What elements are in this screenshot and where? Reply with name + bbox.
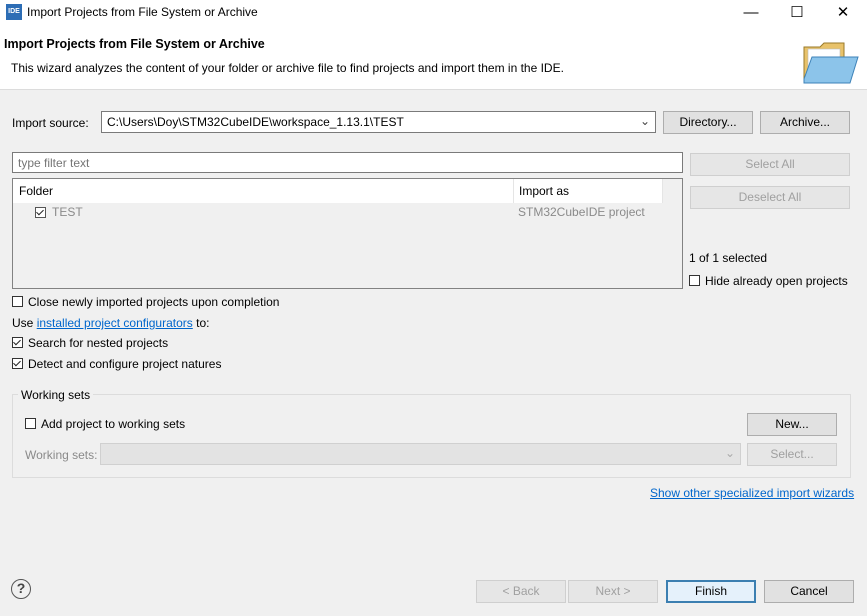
use-prefix: Use (12, 316, 34, 330)
folder-open-icon (803, 42, 859, 84)
directory-button[interactable]: Directory... (663, 111, 753, 134)
next-button[interactable]: Next > (568, 580, 658, 603)
minimize-icon: — (743, 4, 759, 21)
detect-natures-checkbox[interactable] (12, 358, 23, 369)
row-folder: TEST (52, 205, 83, 219)
column-header-folder[interactable]: Folder (19, 184, 53, 198)
column-divider (513, 179, 514, 203)
help-button[interactable]: ? (11, 579, 31, 599)
detect-natures-label: Detect and configure project natures (28, 357, 222, 371)
working-sets-group (12, 394, 851, 478)
working-sets-label: Working sets: (25, 448, 98, 462)
search-nested-label: Search for nested projects (28, 336, 169, 350)
add-working-sets-label: Add project to working sets (41, 417, 186, 431)
back-button[interactable]: < Back (476, 580, 566, 603)
wizard-header (0, 26, 867, 90)
close-icon: ✕ (836, 4, 850, 21)
deselect-all-button[interactable]: Deselect All (690, 186, 850, 209)
row-checkbox[interactable] (35, 207, 46, 218)
add-working-sets-checkbox[interactable] (25, 418, 36, 429)
configurators-line: Use installed project configurators to: (12, 316, 209, 330)
filter-input[interactable] (12, 152, 683, 173)
maximize-button[interactable]: ☐ (774, 0, 820, 26)
search-nested-checkbox[interactable] (12, 337, 23, 348)
projects-table[interactable]: Folder Import as TEST STM32CubeIDE proje… (12, 178, 683, 289)
app-icon: IDE (6, 4, 22, 20)
archive-button[interactable]: Archive... (760, 111, 850, 134)
hide-open-checkbox[interactable] (689, 275, 700, 286)
close-imported-checkbox[interactable] (12, 296, 23, 307)
working-sets-group-label: Working sets (18, 388, 94, 402)
row-import-as: STM32CubeIDE project (518, 205, 645, 219)
column-header-import-as[interactable]: Import as (519, 184, 569, 198)
select-all-button[interactable]: Select All (690, 153, 850, 176)
working-sets-combo[interactable]: ⌄ (100, 443, 741, 465)
hide-open-label: Hide already open projects (705, 274, 848, 288)
cancel-button[interactable]: Cancel (764, 580, 854, 603)
finish-button[interactable]: Finish (666, 580, 756, 603)
import-source-combo[interactable]: C:\Users\Doy\STM32CubeIDE\workspace_1.13… (101, 111, 656, 133)
show-specialized-wizards-link[interactable]: Show other specialized import wizards (650, 486, 854, 500)
import-source-value: C:\Users\Doy\STM32CubeIDE\workspace_1.13… (107, 115, 404, 129)
select-working-sets-button[interactable]: Select... (747, 443, 837, 466)
wizard-description: This wizard analyzes the content of your… (11, 61, 564, 75)
chevron-down-icon[interactable]: ⌄ (725, 446, 735, 460)
selection-count: 1 of 1 selected (689, 251, 768, 265)
import-source-label: Import source: (12, 116, 89, 130)
column-divider (662, 179, 663, 203)
help-icon: ? (16, 580, 26, 596)
minimize-button[interactable]: — (728, 0, 774, 26)
window-title: Import Projects from File System or Arch… (27, 5, 258, 19)
maximize-icon: ☐ (790, 4, 804, 21)
new-working-set-button[interactable]: New... (747, 413, 837, 436)
close-imported-label: Close newly imported projects upon compl… (28, 295, 280, 309)
close-button[interactable]: ✕ (820, 0, 866, 26)
installed-configurators-link[interactable]: installed project configurators (37, 316, 193, 330)
wizard-title: Import Projects from File System or Arch… (4, 37, 265, 51)
use-suffix: to: (196, 316, 210, 330)
chevron-down-icon[interactable]: ⌄ (640, 114, 650, 128)
table-row[interactable]: TEST STM32CubeIDE project (13, 203, 682, 222)
